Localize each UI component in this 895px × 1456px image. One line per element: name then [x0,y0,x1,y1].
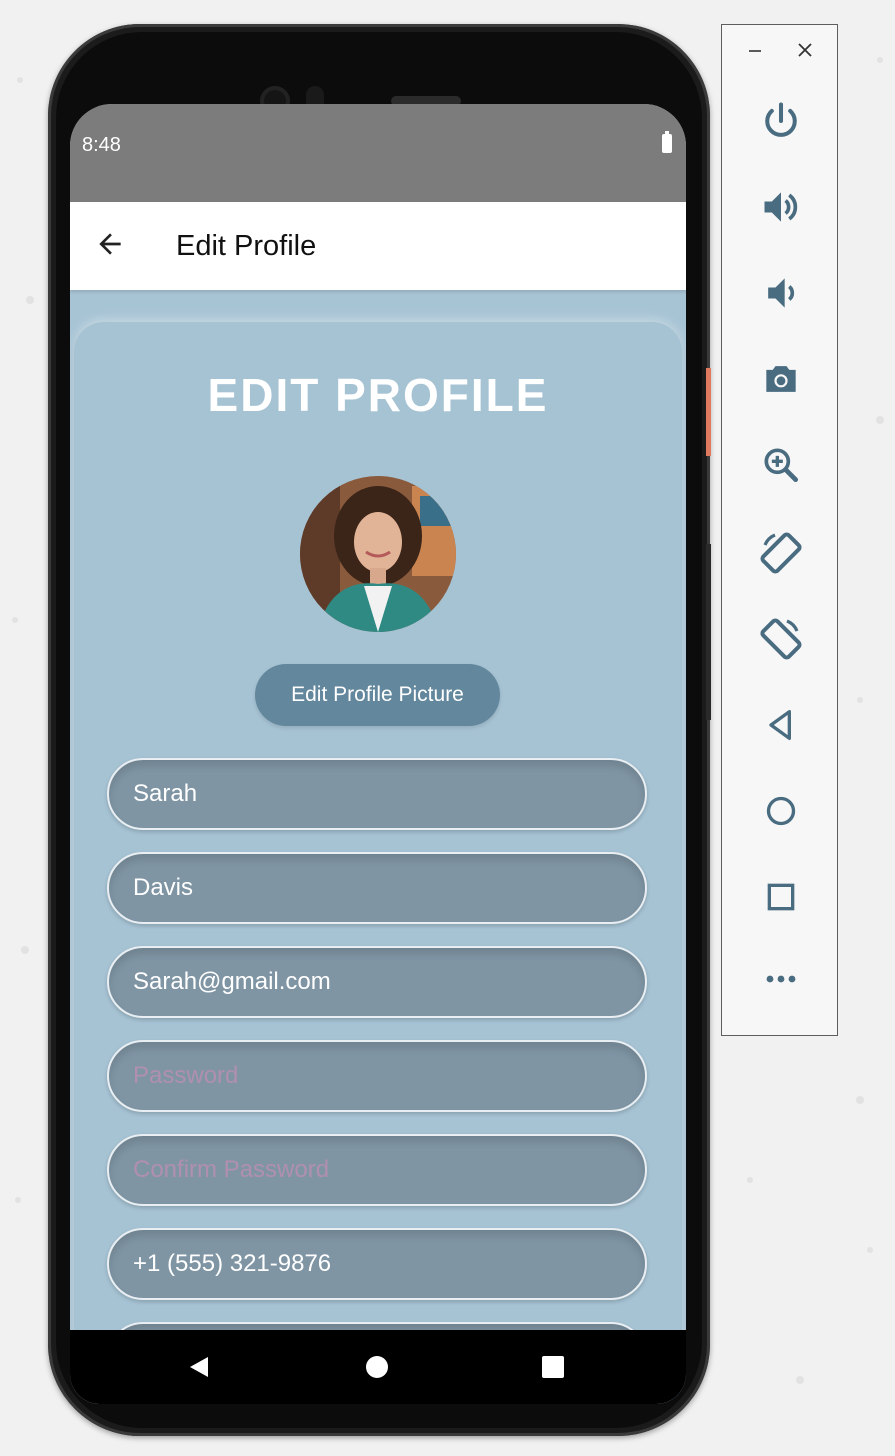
nav-recents-icon[interactable] [542,1356,564,1378]
volume-up-button[interactable] [722,185,839,229]
status-time: 8:48 [82,134,121,156]
rotate-right-icon [759,618,802,660]
volume-up-icon [764,192,797,222]
navigation-bar [70,1330,686,1404]
first-name-field[interactable] [107,758,647,830]
minimize-icon[interactable] [746,41,764,59]
email-field[interactable] [107,946,647,1018]
phone-screen: 8:48 Edit Profile EDIT PROFILE Edit Prof… [70,104,686,1404]
edit-profile-picture-button[interactable]: Edit Profile Picture [255,664,500,726]
rotate-right-button[interactable] [722,615,839,663]
battery-icon [662,131,672,153]
emulator-toolbar [721,24,838,1036]
zoom-button[interactable] [722,443,839,487]
close-icon[interactable] [796,41,814,59]
camera-icon [765,366,796,392]
volume-down-button[interactable] [722,271,839,315]
back-button[interactable] [722,705,839,745]
rotate-left-button[interactable] [722,529,839,577]
volume-down-icon [767,278,794,308]
confirm-password-field[interactable] [107,1134,647,1206]
page-heading: EDIT PROFILE [207,369,549,421]
more-button[interactable] [722,971,839,987]
password-field[interactable] [107,1040,647,1112]
back-icon [768,710,791,740]
power-button[interactable] [722,99,839,143]
nav-back-icon[interactable] [188,1355,210,1379]
arrow-back-icon[interactable] [94,228,126,260]
screenshot-button[interactable] [722,357,839,401]
volume-side-button [706,544,711,720]
rotate-left-icon [759,532,802,574]
app-bar-title: Edit Profile [176,230,317,262]
avatar[interactable] [300,476,456,632]
app-bar: Edit Profile [70,202,686,290]
overview-button[interactable] [722,877,839,917]
status-bar: 8:48 [70,104,686,202]
nav-home-icon[interactable] [366,1356,388,1378]
last-name-field[interactable] [107,852,647,924]
more-icon [766,975,795,983]
home-button[interactable] [722,791,839,831]
power-icon [764,102,797,137]
overview-icon [767,883,794,911]
zoom-icon [764,448,798,483]
power-side-button [706,368,711,456]
home-icon [766,796,795,826]
phone-field[interactable] [107,1228,647,1300]
